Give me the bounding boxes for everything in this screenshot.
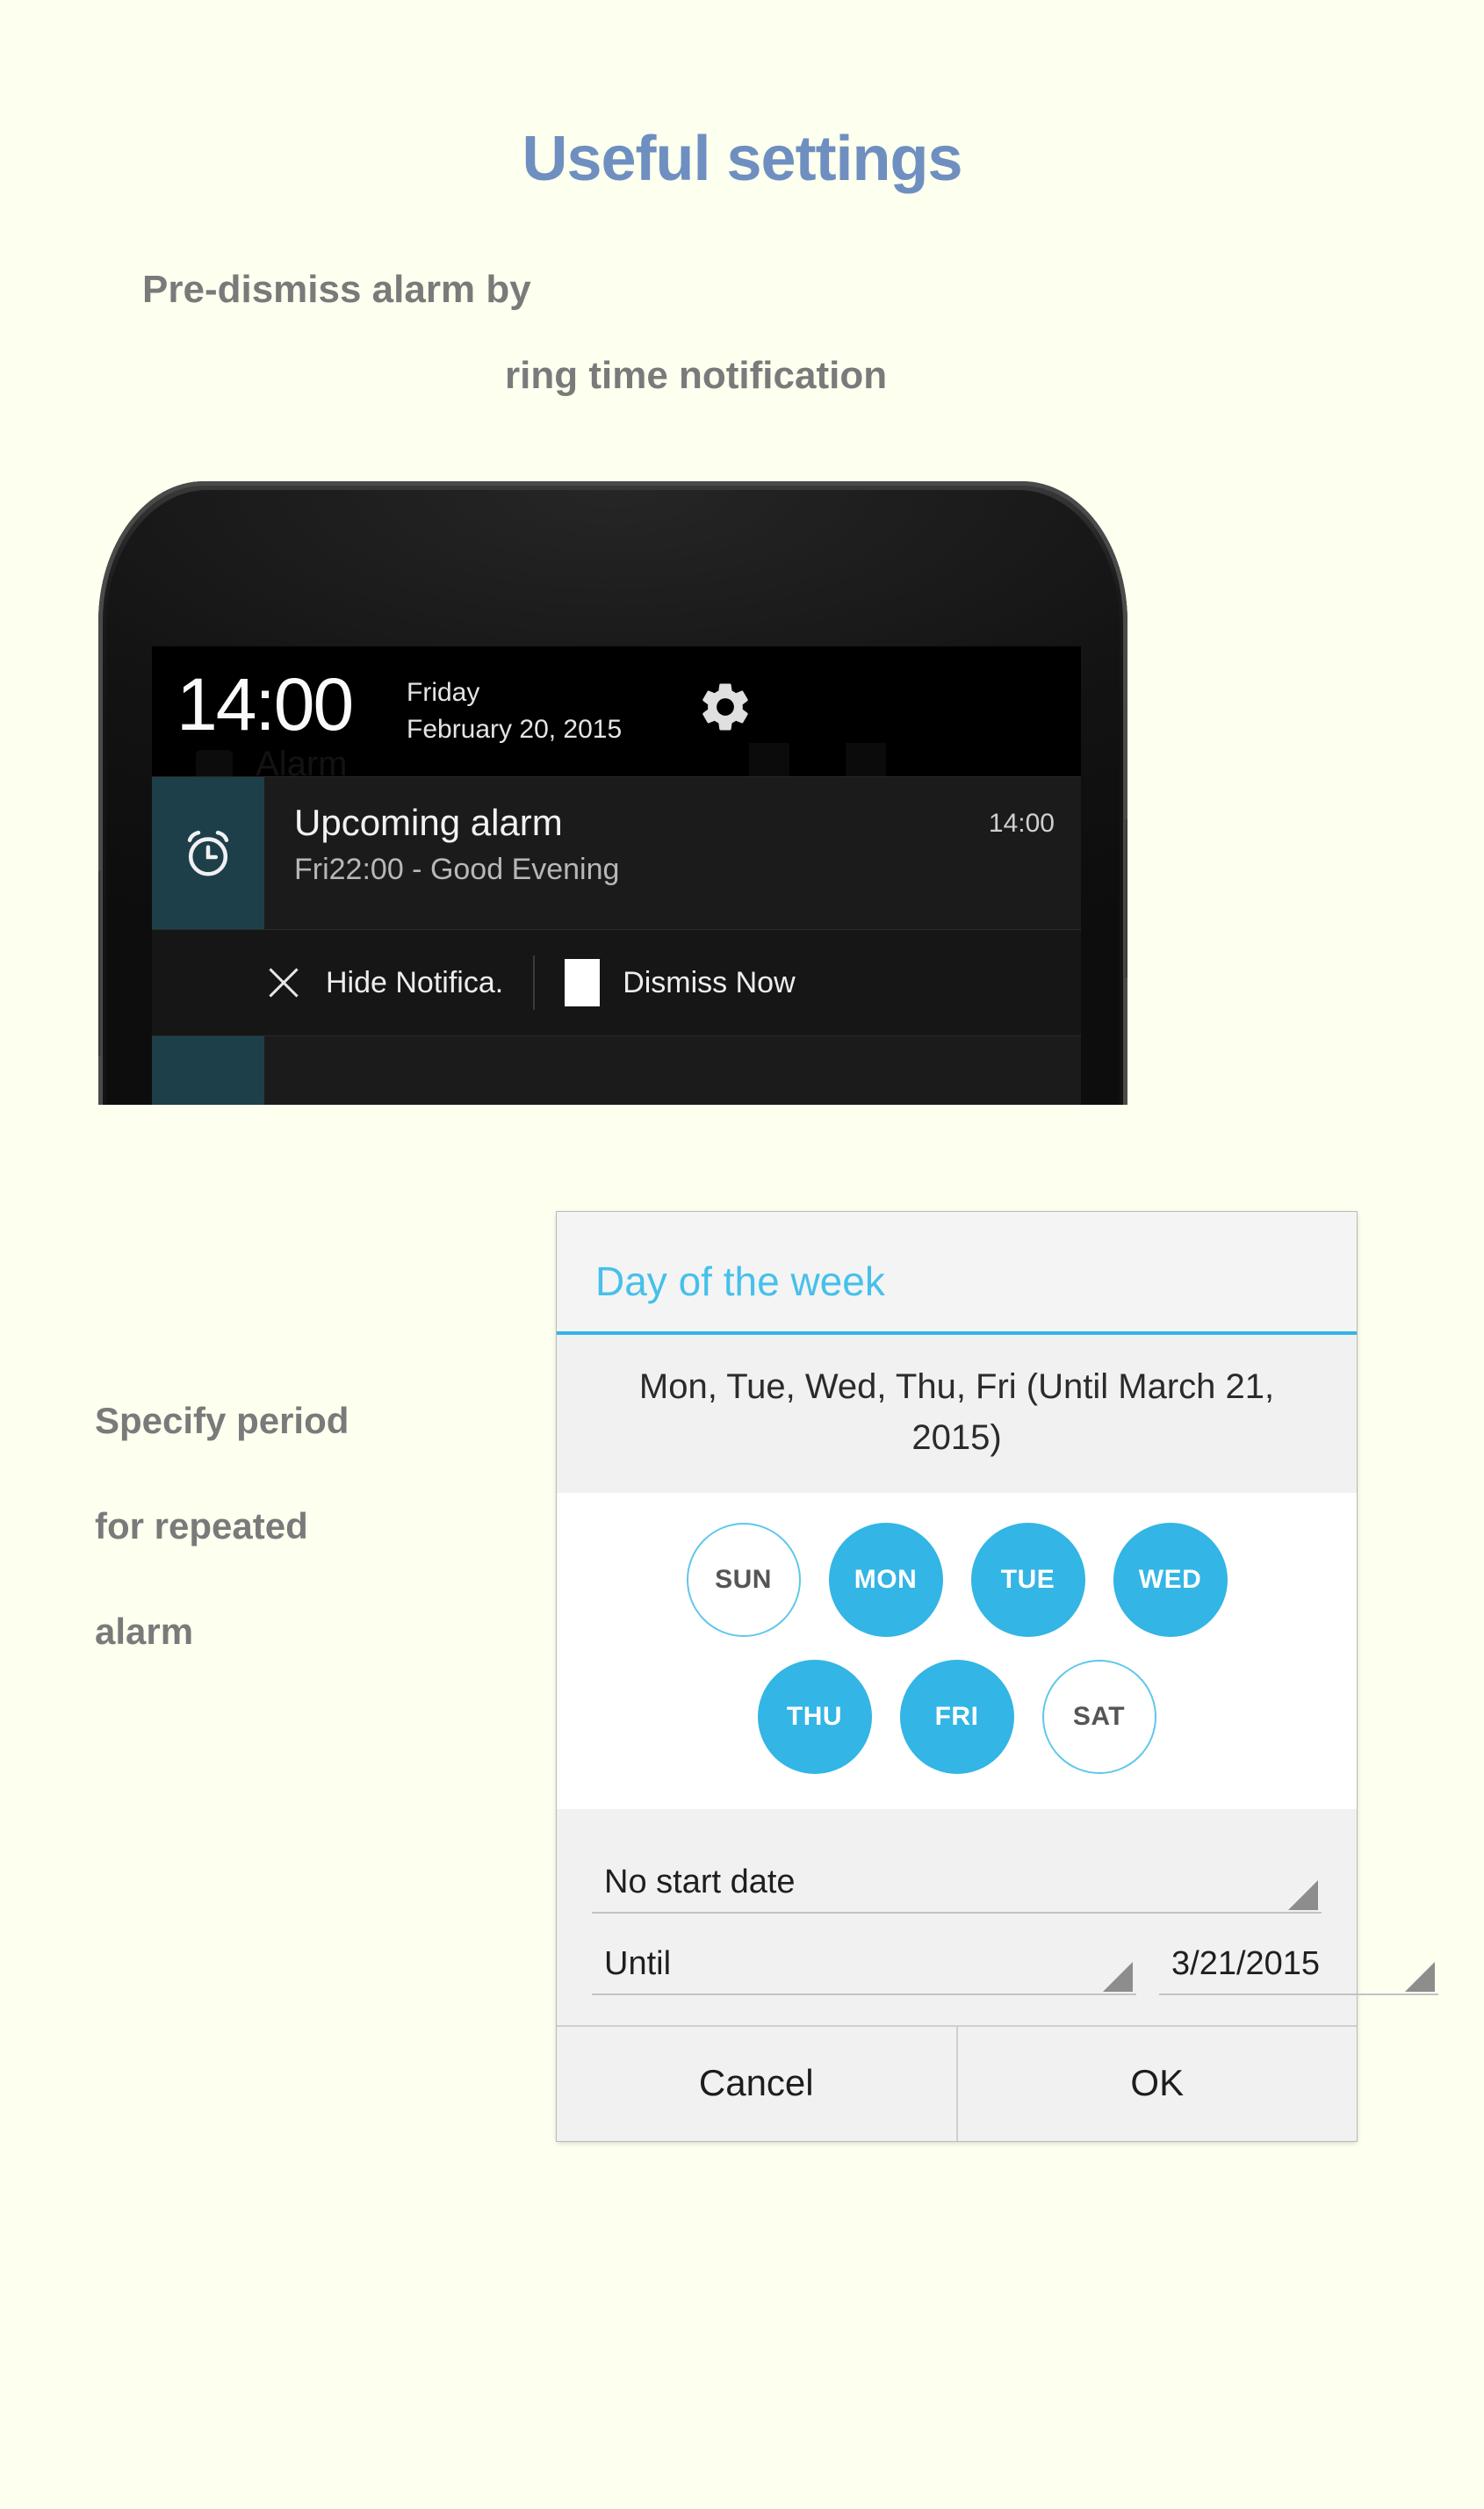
- phone-body: 14:00 Friday February 20, 2015 Alarm Upc…: [98, 481, 1127, 1105]
- chevron-down-icon: [1405, 1962, 1435, 1992]
- dialog-title: Day of the week: [595, 1258, 885, 1304]
- until-row: Until 3/21/2015: [592, 1936, 1438, 1995]
- dialog-summary: Mon, Tue, Wed, Thu, Fri (Until March 21,…: [557, 1335, 1357, 1493]
- chevron-down-icon: [1103, 1962, 1133, 1992]
- day-toggle-thu[interactable]: THU: [757, 1660, 872, 1774]
- notification-time: 14:00: [988, 809, 1055, 838]
- phone-mockup: 14:00 Friday February 20, 2015 Alarm Upc…: [98, 481, 1127, 1105]
- notification-card-partial[interactable]: [152, 1035, 1081, 1105]
- page-title: Useful settings: [522, 124, 962, 194]
- dialog-fields: No start date Until 3/21/2015: [557, 1809, 1438, 2025]
- hide-notification-label: Hide Notifica.: [326, 965, 504, 999]
- annotation-line-2: for repeated: [95, 1505, 308, 1546]
- alarm-clock-icon: [187, 830, 229, 876]
- until-date-value: 3/21/2015: [1171, 1945, 1321, 1982]
- day-toggle-sat[interactable]: SAT: [1041, 1660, 1156, 1774]
- dismiss-now-label: Dismiss Now: [623, 965, 796, 999]
- notification-card[interactable]: Upcoming alarm Fri22:00 - Good Evening 1…: [152, 776, 1081, 929]
- cancel-button[interactable]: Cancel: [557, 2027, 956, 2141]
- day-toggle-tue[interactable]: TUE: [970, 1523, 1085, 1637]
- notification-title: Upcoming alarm: [294, 802, 563, 843]
- until-label: Until: [604, 1945, 672, 1982]
- day-row-2: THU FRI SAT: [557, 1660, 1357, 1774]
- day-row-1: SUN MON TUE WED: [557, 1523, 1357, 1637]
- dialog-header: Day of the week: [557, 1212, 1357, 1335]
- chevron-down-icon: [1288, 1880, 1318, 1910]
- subtitle-line-2: ring time notification: [505, 354, 888, 397]
- day-toggle-mon[interactable]: MON: [828, 1523, 943, 1637]
- day-of-week-dialog: Day of the week Mon, Tue, Wed, Thu, Fri …: [557, 1212, 1438, 2141]
- notification-icon-panel-partial: [152, 1036, 264, 1105]
- shade-weekday: Friday: [407, 678, 480, 707]
- phone-face: 14:00 Friday February 20, 2015 Alarm Upc…: [106, 490, 1120, 1105]
- dialog-buttons: Cancel OK: [557, 2025, 1357, 2141]
- shade-clock: 14:00: [176, 663, 354, 746]
- stop-square-icon: [565, 959, 601, 1006]
- background-placeholder-1: [749, 743, 789, 776]
- start-date-spinner[interactable]: No start date: [592, 1855, 1322, 1914]
- hide-notification-action[interactable]: Hide Notifica.: [264, 963, 503, 1002]
- day-toggle-fri[interactable]: FRI: [899, 1660, 1014, 1774]
- notification-actions: Hide Notifica. Dismiss Now: [152, 929, 1081, 1035]
- dismiss-now-action[interactable]: Dismiss Now: [565, 959, 796, 1006]
- subtitle-line-1: Pre-dismiss alarm by: [142, 268, 531, 311]
- volume-button[interactable]: [98, 871, 102, 1056]
- notification-subtitle: Fri22:00 - Good Evening: [294, 853, 620, 887]
- day-toggle-sun[interactable]: SUN: [686, 1523, 801, 1637]
- notification-content: Upcoming alarm Fri22:00 - Good Evening 1…: [264, 777, 1081, 929]
- close-x-icon: [264, 963, 303, 1002]
- annotation-line-3: alarm: [95, 1611, 194, 1652]
- background-alarm-icon: [196, 750, 233, 776]
- notification-icon-panel: [152, 777, 264, 929]
- background-alarm-label: Alarm: [256, 745, 348, 776]
- until-spinner[interactable]: Until: [592, 1936, 1136, 1995]
- gear-icon[interactable]: [696, 678, 754, 736]
- action-divider: [533, 955, 536, 1010]
- ok-button[interactable]: OK: [955, 2027, 1358, 2141]
- shade-full-date: February 20, 2015: [407, 715, 623, 744]
- until-date-spinner[interactable]: 3/21/2015: [1159, 1936, 1438, 1995]
- shade-date: Friday February 20, 2015: [407, 674, 622, 748]
- annotation-specify-period: Specify period for repeated alarm: [95, 1368, 534, 1684]
- day-toggle-wed[interactable]: WED: [1113, 1523, 1228, 1637]
- start-date-row: No start date: [592, 1855, 1322, 1914]
- start-date-value: No start date: [604, 1864, 796, 1900]
- power-button[interactable]: [1124, 819, 1127, 977]
- background-placeholder-2: [846, 743, 886, 776]
- notification-shade-header: 14:00 Friday February 20, 2015 Alarm: [152, 646, 1081, 776]
- annotation-line-1: Specify period: [95, 1400, 349, 1441]
- phone-screen: 14:00 Friday February 20, 2015 Alarm Upc…: [152, 646, 1081, 1105]
- day-selector: SUN MON TUE WED THU FRI SAT: [557, 1493, 1357, 1809]
